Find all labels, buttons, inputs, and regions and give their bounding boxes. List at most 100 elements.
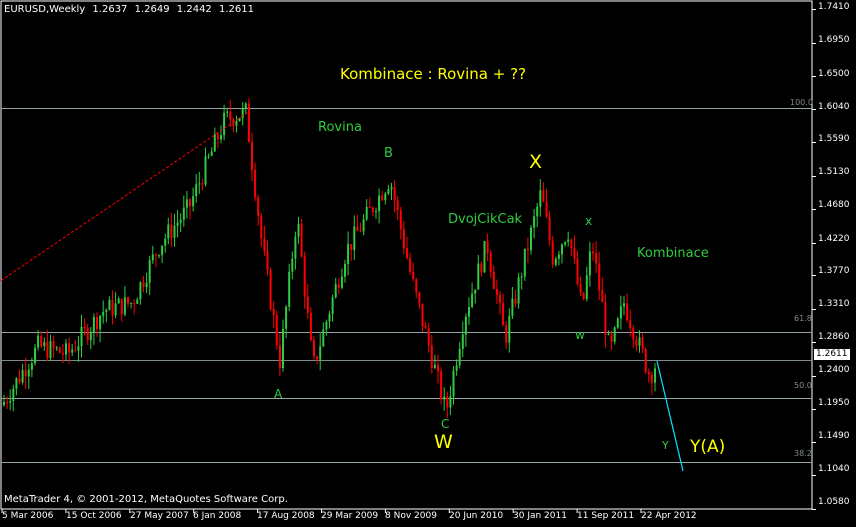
candle-body [418,292,421,304]
candle-body [384,193,387,201]
candle-body [306,296,309,313]
candle-body [92,316,95,333]
candle-body [210,151,213,156]
candle-body [359,230,362,232]
time-tick: 6 Jan 2008 [193,511,242,521]
price-tick: 1.1950 [818,398,850,408]
candle-body [536,206,539,217]
candle-body [368,207,371,209]
candle-body [61,352,64,355]
time-tick: 5 Mar 2006 [2,511,54,521]
candle-body [480,263,483,273]
candle-body [561,244,563,255]
projection-line [656,360,684,472]
candle-body [344,263,346,277]
candle-body [278,345,281,368]
annotation-y-minor: Y [662,439,669,452]
candle-body [257,197,260,217]
annotation-rovina: Rovina [318,120,362,135]
candle-body [43,342,46,347]
time-tick: 17 Aug 2008 [257,511,315,521]
candle-body [58,347,61,353]
candle-body [362,219,365,232]
candle-body [176,222,179,226]
candle-body [213,134,216,152]
candle-body [613,327,616,342]
candle-body [337,284,340,288]
candle-body [24,370,27,377]
candle-body [393,187,396,201]
candle-body [291,258,294,272]
chart-window[interactable]: EURUSD,Weekly 1.2637 1.2649 1.2442 1.261… [0,0,856,527]
candle-body [390,187,393,190]
candle-body [148,260,151,283]
candle-body [545,201,548,217]
candle-body [27,369,30,377]
candle-body [629,320,632,329]
candle-body [189,199,191,207]
time-tick: 22 Apr 2012 [641,511,697,521]
candle-body [477,263,480,290]
candle-body [263,238,266,252]
candle-body [520,276,523,278]
annotation-a: A [274,387,283,401]
candle-body [46,342,49,359]
candle-body [105,309,108,312]
candle-body [542,190,545,202]
candle-body [523,248,526,277]
candle-body [322,329,325,347]
candle-body [365,207,368,220]
chart-title: Kombinace : Rovina + ?? [340,65,527,83]
time-tick: 29 Mar 2009 [321,511,379,521]
candle-body [567,239,570,243]
candle-body [499,294,501,303]
time-tick: 27 May 2007 [130,511,189,521]
close-value: 1.2611 [218,4,254,15]
candle-body [49,341,52,359]
candle-body [350,244,353,250]
annotation-b: B [384,146,393,161]
time-tick: 15 Oct 2006 [66,511,122,521]
candle-body [185,199,188,208]
candle-body [564,242,567,245]
candle-body [40,335,43,347]
candle-body [468,306,470,317]
price-tick: 1.4220 [818,234,850,244]
candle-body [576,258,579,284]
candle-body [316,356,319,360]
candle-body [406,248,408,259]
candle-body [592,251,594,254]
candle-body [464,316,467,335]
candle-body [235,121,238,126]
candle-body [409,258,412,272]
annotation-dvojcikcak: DvojCikCak [448,212,523,227]
candle-body [123,297,126,315]
candle-body [207,155,210,157]
candle-body [554,258,557,265]
candle-body [151,254,154,261]
candle-body [313,340,315,357]
candle-body [486,241,489,254]
candle-body [505,325,508,343]
candle-body [198,183,201,185]
candle-body [204,156,207,185]
price-tick: 1.2860 [818,332,850,342]
candle-body [158,255,160,257]
candle-body [117,298,120,304]
chart-header: EURUSD,Weekly 1.2637 1.2649 1.2442 1.261… [4,4,258,15]
candle-body [340,276,343,288]
candle-body [437,364,439,372]
candle-body [133,303,136,305]
candle-body [378,195,381,212]
candle-body [508,315,511,343]
candle-body [309,312,312,341]
candle-body [582,292,585,300]
low-value: 1.2442 [176,4,212,15]
symbol-label: EURUSD,Weekly [4,4,86,15]
candle-body [319,346,322,360]
candle-body [588,251,591,276]
candle-body [260,216,263,239]
candle-body [635,339,638,346]
candle-body [136,299,139,304]
candle-body [638,337,641,346]
